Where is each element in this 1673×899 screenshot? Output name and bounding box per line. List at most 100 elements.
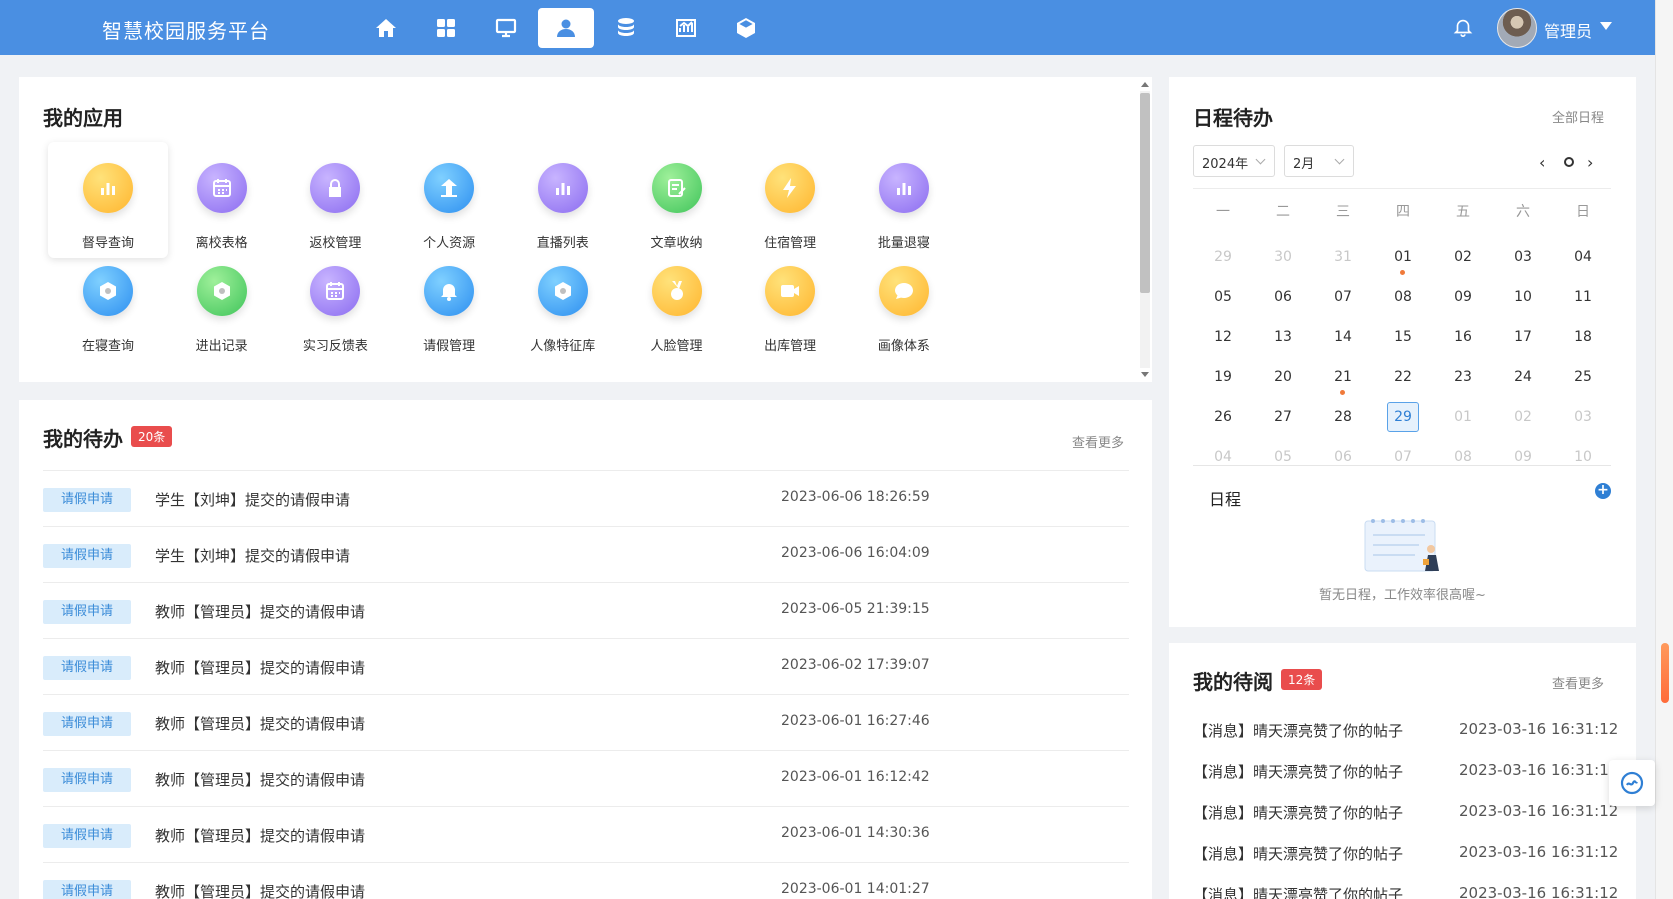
calendar-day[interactable]: 01 [1433,397,1493,437]
chevron-down-icon[interactable] [1600,22,1612,30]
calendar-day[interactable]: 03 [1493,237,1553,277]
calendar-day[interactable]: 13 [1253,317,1313,357]
app-item[interactable]: 督导查询 [48,142,168,258]
app-item[interactable]: 离校表格 [162,142,282,258]
todo-row[interactable]: 请假申请 教师【管理员】提交的请假申请 2023-06-02 17:39:07 [43,638,1129,694]
all-schedule-link[interactable]: 全部日程 [1552,107,1604,126]
app-item[interactable]: 批量退寝 [844,142,964,258]
calendar-day[interactable]: 28 [1313,397,1373,437]
nav-database[interactable] [598,8,654,48]
calendar-day[interactable]: 09 [1493,437,1553,477]
calendar-day[interactable]: 04 [1553,237,1613,277]
calendar-day[interactable]: 14 [1313,317,1373,357]
month-select[interactable]: 2月 [1284,145,1354,177]
calendar-day[interactable]: 25 [1553,357,1613,397]
assistant-float-button[interactable] [1609,760,1655,806]
calendar-day[interactable]: 20 [1253,357,1313,397]
calendar-day[interactable]: 30 [1253,237,1313,277]
reads-more-link[interactable]: 查看更多 [1552,673,1604,692]
apps-scrollbar[interactable] [1136,77,1152,382]
app-item[interactable]: 画像体系 [844,245,964,361]
calendar-day[interactable]: 24 [1493,357,1553,397]
calendar-day[interactable]: 21 [1313,357,1373,397]
app-item[interactable]: 进出记录 [162,245,282,361]
calendar-day[interactable]: 11 [1553,277,1613,317]
app-item[interactable]: 文章收纳 [617,142,737,258]
app-item[interactable]: 个人资源 [389,142,509,258]
app-item[interactable]: 直播列表 [503,142,623,258]
calendar-day[interactable]: 27 [1253,397,1313,437]
reads-title: 我的待阅 [1193,670,1273,694]
add-schedule-button[interactable]: + [1595,483,1611,499]
calendar-day[interactable]: 22 [1373,357,1433,397]
calendar-day[interactable]: 10 [1493,277,1553,317]
calendar-day[interactable]: 07 [1313,277,1373,317]
read-row[interactable]: 【消息】晴天漂亮赞了你的帖子 2023-03-16 16:31:12 [1193,708,1623,749]
user-name[interactable]: 管理员 [1544,18,1592,42]
todo-row[interactable]: 请假申请 教师【管理员】提交的请假申请 2023-06-01 16:12:42 [43,750,1129,806]
todo-row[interactable]: 请假申请 教师【管理员】提交的请假申请 2023-06-05 21:39:15 [43,582,1129,638]
calendar-day[interactable]: 12 [1193,317,1253,357]
calendar-day[interactable]: 17 [1493,317,1553,357]
calendar-day[interactable]: 02 [1433,237,1493,277]
todo-row[interactable]: 请假申请 教师【管理员】提交的请假申请 2023-06-01 14:01:27 [43,862,1129,899]
calendar-day[interactable]: 05 [1193,277,1253,317]
calendar-day[interactable]: 26 [1193,397,1253,437]
page-scroll-thumb[interactable] [1661,643,1669,703]
read-row[interactable]: 【消息】晴天漂亮赞了你的帖子 2023-03-16 16:31:12 [1193,872,1623,899]
calendar-day[interactable]: 07 [1373,437,1433,477]
calendar-day[interactable]: 08 [1433,437,1493,477]
calendar-day[interactable]: 23 [1433,357,1493,397]
calendar-day[interactable]: 10 [1553,437,1613,477]
calendar-day[interactable]: 03 [1553,397,1613,437]
app-item[interactable]: 出库管理 [730,245,850,361]
scroll-down-icon[interactable] [1141,372,1149,377]
calendar-day[interactable]: 06 [1313,437,1373,477]
calendar-day[interactable]: 15 [1373,317,1433,357]
avatar[interactable] [1497,8,1537,48]
todo-row[interactable]: 请假申请 教师【管理员】提交的请假申请 2023-06-01 16:27:46 [43,694,1129,750]
app-item[interactable]: 在寝查询 [48,245,168,361]
year-select[interactable]: 2024年 [1193,145,1275,177]
prev-month-button[interactable]: ‹ [1539,153,1545,172]
app-item[interactable]: 请假管理 [389,245,509,361]
app-item[interactable]: 人脸管理 [617,245,737,361]
todo-row[interactable]: 请假申请 教师【管理员】提交的请假申请 2023-06-01 14:30:36 [43,806,1129,862]
todo-more-link[interactable]: 查看更多 [1072,432,1124,451]
calendar-day[interactable]: 19 [1193,357,1253,397]
calendar-day[interactable]: 29 [1373,397,1433,437]
calendar-day[interactable]: 09 [1433,277,1493,317]
read-row[interactable]: 【消息】晴天漂亮赞了你的帖子 2023-03-16 16:31:12 [1193,749,1623,790]
next-month-button[interactable]: › [1587,153,1593,172]
nav-grid[interactable] [418,8,474,48]
calendar-day[interactable]: 16 [1433,317,1493,357]
calendar-day[interactable]: 05 [1253,437,1313,477]
calendar-day[interactable]: 02 [1493,397,1553,437]
today-button[interactable] [1564,157,1574,167]
scroll-up-icon[interactable] [1141,82,1149,87]
read-text: 【消息】晴天漂亮赞了你的帖子 [1193,722,1404,740]
read-row[interactable]: 【消息】晴天漂亮赞了你的帖子 2023-03-16 16:31:12 [1193,790,1623,831]
calendar-day[interactable]: 01 [1373,237,1433,277]
bell-icon[interactable] [1452,16,1474,38]
calendar-day[interactable]: 31 [1313,237,1373,277]
todo-row[interactable]: 请假申请 学生【刘坤】提交的请假申请 2023-06-06 16:04:09 [43,526,1129,582]
page-scrollbar[interactable] [1655,0,1673,899]
scroll-thumb[interactable] [1140,93,1150,293]
calendar-day[interactable]: 08 [1373,277,1433,317]
calendar-day[interactable]: 29 [1193,237,1253,277]
app-item[interactable]: 实习反馈表 [275,245,395,361]
nav-home[interactable] [358,8,414,48]
todo-row[interactable]: 请假申请 学生【刘坤】提交的请假申请 2023-06-06 18:26:59 [43,470,1129,526]
app-item[interactable]: 人像特征库 [503,245,623,361]
app-item[interactable]: 返校管理 [275,142,395,258]
nav-user[interactable] [538,8,594,48]
nav-chart[interactable] [658,8,714,48]
calendar-day[interactable]: 06 [1253,277,1313,317]
calendar-day[interactable]: 18 [1553,317,1613,357]
calendar-day[interactable]: 04 [1193,437,1253,477]
nav-monitor[interactable] [478,8,534,48]
read-row[interactable]: 【消息】晴天漂亮赞了你的帖子 2023-03-16 16:31:12 [1193,831,1623,872]
nav-cube[interactable] [718,8,774,48]
app-item[interactable]: 住宿管理 [730,142,850,258]
